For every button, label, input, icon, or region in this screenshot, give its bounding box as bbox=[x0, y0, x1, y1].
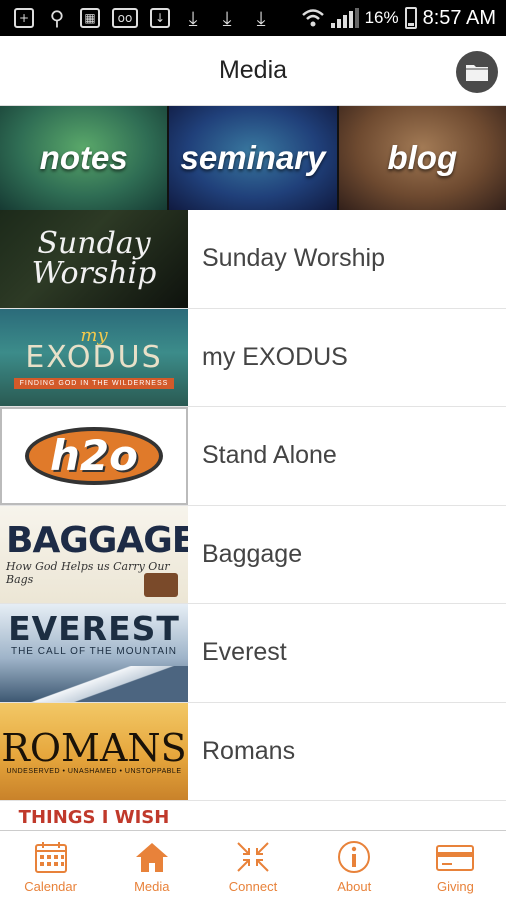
nav-label: About bbox=[337, 879, 372, 894]
suitcase-icon bbox=[144, 573, 178, 597]
signal-icon bbox=[330, 8, 359, 28]
sim-icon: ▦ bbox=[80, 8, 100, 28]
list-item-stand-alone[interactable]: h2o Stand Alone bbox=[0, 407, 506, 506]
nav-calendar[interactable]: Calendar bbox=[0, 831, 101, 900]
battery-percent: 16% bbox=[364, 8, 399, 27]
tile-seminary-label: seminary bbox=[180, 139, 326, 176]
thumb-text: Worship bbox=[31, 255, 157, 291]
list-item-label: Sunday Worship bbox=[202, 244, 385, 273]
status-bar: + ⚲ ▦ oo ↓ ⤓ ⤓ ⤓ 16% 8:57 AM bbox=[0, 0, 506, 36]
list-item-label: Baggage bbox=[202, 539, 303, 568]
thumb-text: EVEREST bbox=[8, 609, 180, 648]
list-item-label: Stand Alone bbox=[202, 441, 337, 470]
list-item-label: Everest bbox=[202, 638, 287, 667]
list-item-romans[interactable]: ROMANS UNDESERVED • UNASHAMED • UNSTOPPA… bbox=[0, 702, 506, 801]
category-tiles: notes seminary blog bbox=[0, 106, 506, 210]
thumb-text: THINGS I WISH bbox=[18, 807, 170, 828]
app-header: Media bbox=[0, 36, 506, 106]
tile-blog-label: blog bbox=[387, 139, 458, 176]
nav-connect[interactable]: Connect bbox=[202, 831, 303, 900]
thumb-text: THE CALL OF THE MOUNTAIN bbox=[10, 646, 178, 657]
series-thumbnail: BAGGAGE How God Helps us Carry Our Bags bbox=[0, 505, 188, 603]
list-item-things-i-wish[interactable]: THINGS I WISH bbox=[0, 801, 506, 830]
series-thumbnail: h2o bbox=[0, 407, 188, 505]
folder-icon bbox=[466, 65, 488, 81]
voicemail-icon: oo bbox=[112, 8, 138, 28]
series-thumbnail: Sunday Worship bbox=[0, 210, 188, 308]
list-item-label: my EXODUS bbox=[202, 342, 348, 371]
nav-media[interactable]: Media bbox=[101, 831, 202, 900]
connect-icon bbox=[233, 839, 273, 875]
list-item-baggage[interactable]: BAGGAGE How God Helps us Carry Our Bags … bbox=[0, 505, 506, 604]
thumb-text: EXODUS bbox=[25, 340, 163, 376]
wifi-icon bbox=[301, 9, 324, 27]
nav-about[interactable]: About bbox=[304, 831, 405, 900]
h2o-logo: h2o bbox=[25, 426, 163, 485]
thumb-text: h2o bbox=[50, 431, 138, 481]
thumb-text: ROMANS bbox=[1, 725, 187, 770]
home-icon bbox=[132, 839, 172, 875]
bottom-nav: Calendar Media Connect About Giving bbox=[0, 830, 506, 900]
nav-label: Media bbox=[134, 879, 170, 894]
battery-icon bbox=[404, 7, 417, 29]
nav-label: Connect bbox=[228, 879, 278, 894]
thumb-text: UNDESERVED • UNASHAMED • UNSTOPPABLE bbox=[6, 767, 182, 775]
list-item-label: Romans bbox=[202, 736, 296, 765]
info-icon bbox=[334, 839, 374, 875]
tile-blog[interactable]: blog bbox=[338, 106, 506, 210]
card-icon bbox=[435, 839, 475, 875]
usb-icon: ⚲ bbox=[49, 6, 65, 30]
tile-notes[interactable]: notes bbox=[0, 106, 170, 210]
tile-notes-label: notes bbox=[39, 139, 128, 176]
list-item-sunday-worship[interactable]: Sunday Worship Sunday Worship bbox=[0, 210, 506, 309]
series-list[interactable]: Sunday Worship Sunday Worship my EXODUS … bbox=[0, 210, 506, 830]
download-icon: ⤓ bbox=[188, 6, 198, 30]
list-item-my-exodus[interactable]: my EXODUS FINDING GOD IN THE WILDERNESS … bbox=[0, 308, 506, 407]
thumb-text: BAGGAGE bbox=[6, 520, 188, 562]
list-item-everest[interactable]: EVEREST THE CALL OF THE MOUNTAIN Everest bbox=[0, 604, 506, 703]
nav-label: Giving bbox=[436, 879, 474, 894]
page-title: Media bbox=[218, 56, 288, 84]
thumb-text: FINDING GOD IN THE WILDERNESS bbox=[13, 378, 175, 390]
calendar-icon bbox=[31, 839, 71, 875]
thumb-text: Sunday bbox=[37, 225, 151, 261]
download-icon: ⤓ bbox=[256, 6, 266, 30]
list-item-label bbox=[188, 801, 202, 830]
series-thumbnail: EVEREST THE CALL OF THE MOUNTAIN bbox=[0, 604, 188, 702]
tile-seminary[interactable]: seminary bbox=[169, 106, 339, 210]
series-thumbnail: THINGS I WISH bbox=[0, 801, 188, 830]
series-thumbnail: ROMANS UNDESERVED • UNASHAMED • UNSTOPPA… bbox=[0, 702, 188, 800]
nav-giving[interactable]: Giving bbox=[405, 831, 506, 900]
clock: 8:57 AM bbox=[422, 6, 496, 29]
download-icon: ⤓ bbox=[222, 6, 232, 30]
folder-button[interactable] bbox=[456, 51, 498, 93]
download-icon: ↓ bbox=[150, 8, 170, 28]
add-icon: + bbox=[14, 8, 34, 28]
mountain-image bbox=[0, 665, 188, 702]
nav-label: Calendar bbox=[24, 879, 77, 894]
series-thumbnail: my EXODUS FINDING GOD IN THE WILDERNESS bbox=[0, 308, 188, 406]
